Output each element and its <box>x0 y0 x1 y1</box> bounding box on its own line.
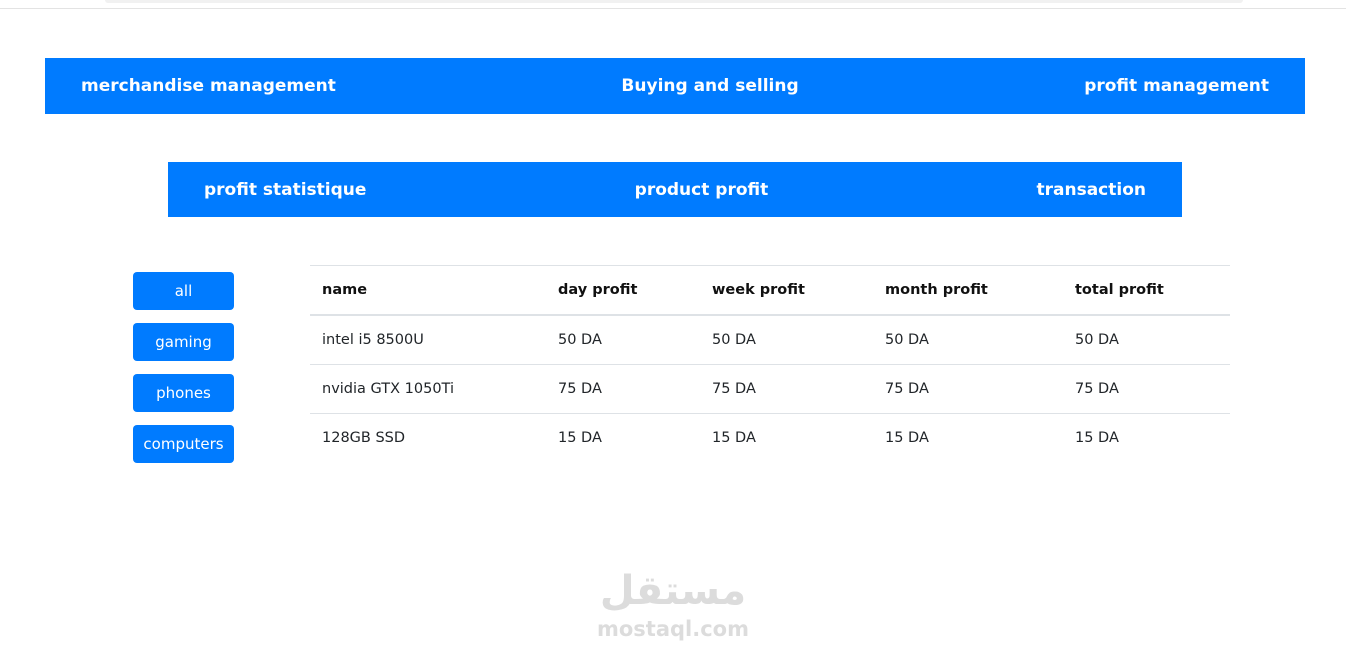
header-total-profit: total profit <box>1063 265 1230 316</box>
nav-profit-management[interactable]: profit management <box>1084 76 1269 96</box>
watermark-latin-text: mostaql.com <box>597 617 749 641</box>
cell-day-profit: 50 DA <box>546 314 700 365</box>
cell-name: intel i5 8500U <box>310 314 546 365</box>
header-name: name <box>310 265 546 316</box>
table-row: intel i5 8500U 50 DA 50 DA 50 DA 50 DA <box>310 314 1230 365</box>
category-computers-button[interactable]: computers <box>133 425 234 463</box>
profit-subnavbar: profit statistique product profit transa… <box>168 162 1182 217</box>
cell-week-profit: 50 DA <box>700 314 873 365</box>
cell-day-profit: 15 DA <box>546 413 700 462</box>
header-week-profit: week profit <box>700 265 873 316</box>
cell-week-profit: 15 DA <box>700 413 873 462</box>
nav-profit-statistique[interactable]: profit statistique <box>204 180 366 200</box>
cell-month-profit: 75 DA <box>873 364 1063 414</box>
category-all-button[interactable]: all <box>133 272 234 310</box>
cell-name: 128GB SSD <box>310 413 546 462</box>
product-profit-table: name day profit week profit month profit… <box>310 265 1230 462</box>
category-phones-button[interactable]: phones <box>133 374 234 412</box>
table-header-row: name day profit week profit month profit… <box>310 265 1230 316</box>
header-month-profit: month profit <box>873 265 1063 316</box>
header-day-profit: day profit <box>546 265 700 316</box>
browser-top-strip <box>0 0 1346 9</box>
browser-tab-edge <box>105 0 1243 3</box>
category-gaming-button[interactable]: gaming <box>133 323 234 361</box>
nav-merchandise-management[interactable]: merchandise management <box>81 76 336 96</box>
nav-transaction[interactable]: transaction <box>1036 180 1146 200</box>
cell-week-profit: 75 DA <box>700 364 873 414</box>
cell-name: nvidia GTX 1050Ti <box>310 364 546 414</box>
cell-total-profit: 75 DA <box>1063 364 1230 414</box>
table-header: name day profit week profit month profit… <box>310 265 1230 316</box>
mostaql-watermark: مستقل mostaql.com <box>560 566 786 642</box>
cell-total-profit: 50 DA <box>1063 314 1230 365</box>
nav-product-profit[interactable]: product profit <box>635 180 769 200</box>
nav-buying-and-selling[interactable]: Buying and selling <box>621 76 798 96</box>
category-filter-sidebar: all gaming phones computers <box>133 272 234 476</box>
table-body: intel i5 8500U 50 DA 50 DA 50 DA 50 DA n… <box>310 314 1230 462</box>
cell-month-profit: 15 DA <box>873 413 1063 462</box>
watermark-arabic-text: مستقل <box>599 568 747 614</box>
cell-month-profit: 50 DA <box>873 314 1063 365</box>
table-row: nvidia GTX 1050Ti 75 DA 75 DA 75 DA 75 D… <box>310 364 1230 414</box>
cell-day-profit: 75 DA <box>546 364 700 414</box>
main-navbar: merchandise management Buying and sellin… <box>45 58 1305 114</box>
cell-total-profit: 15 DA <box>1063 413 1230 462</box>
table-row: 128GB SSD 15 DA 15 DA 15 DA 15 DA <box>310 413 1230 462</box>
